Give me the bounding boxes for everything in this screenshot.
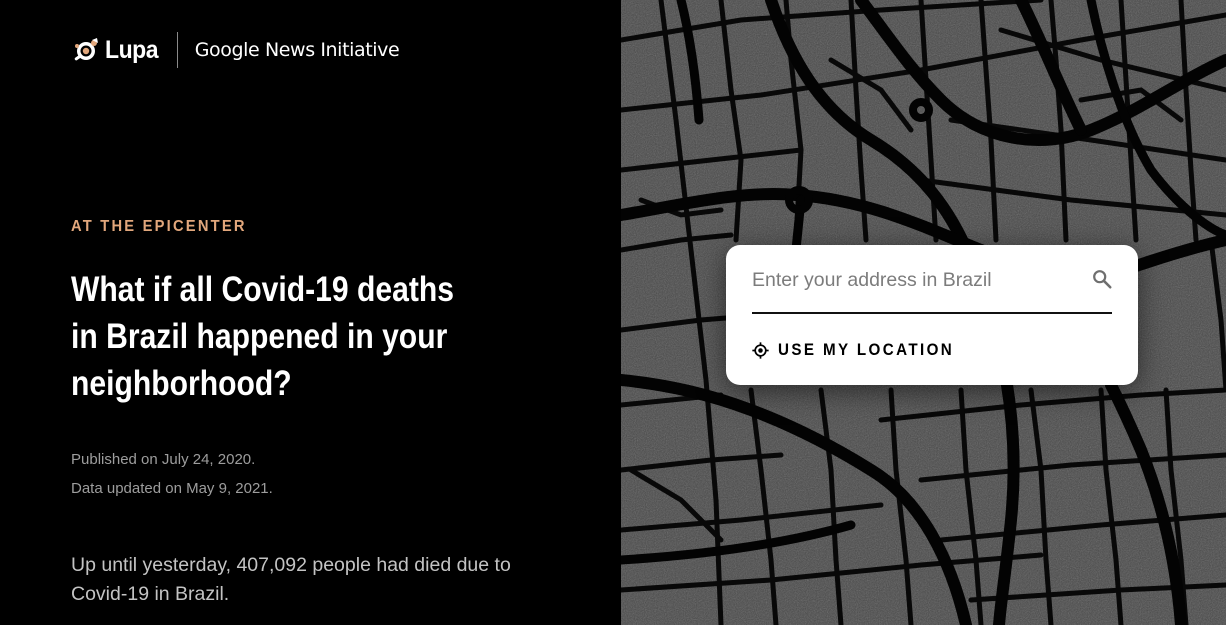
search-icon	[1093, 270, 1112, 289]
address-search-card: USE MY LOCATION	[726, 245, 1138, 385]
published-date: Published on July 24, 2020.	[71, 451, 256, 468]
headline: What if all Covid-19 deaths in Brazil ha…	[71, 270, 455, 403]
lupa-mascot-icon	[74, 38, 98, 61]
lupa-wordmark: Lupa	[105, 35, 159, 64]
lead-paragraph: Up until yesterday, 407,092 people had d…	[71, 554, 511, 605]
publication-meta: Published on July 24, 2020. Data updated…	[71, 445, 273, 503]
input-underline	[752, 312, 1112, 314]
crosshair-icon	[752, 341, 769, 359]
search-button[interactable]	[1090, 267, 1114, 291]
use-my-location-label: USE MY LOCATION	[778, 340, 955, 359]
lupa-logo[interactable]: Lupa	[71, 36, 163, 65]
google-news-initiative-logo[interactable]: Google News Initiative	[195, 39, 400, 61]
brand-divider	[176, 32, 178, 68]
address-input[interactable]	[752, 261, 1082, 299]
use-my-location-button[interactable]: USE MY LOCATION	[752, 337, 969, 363]
updated-date: Data updated on May 9, 2021.	[71, 480, 273, 497]
story-panel: Lupa Google News Initiative AT THE EPICE…	[0, 0, 621, 625]
section-kicker: AT THE EPICENTER	[71, 218, 247, 235]
page: Lupa Google News Initiative AT THE EPICE…	[0, 0, 1226, 625]
brand-bar: Lupa Google News Initiative	[71, 32, 400, 68]
